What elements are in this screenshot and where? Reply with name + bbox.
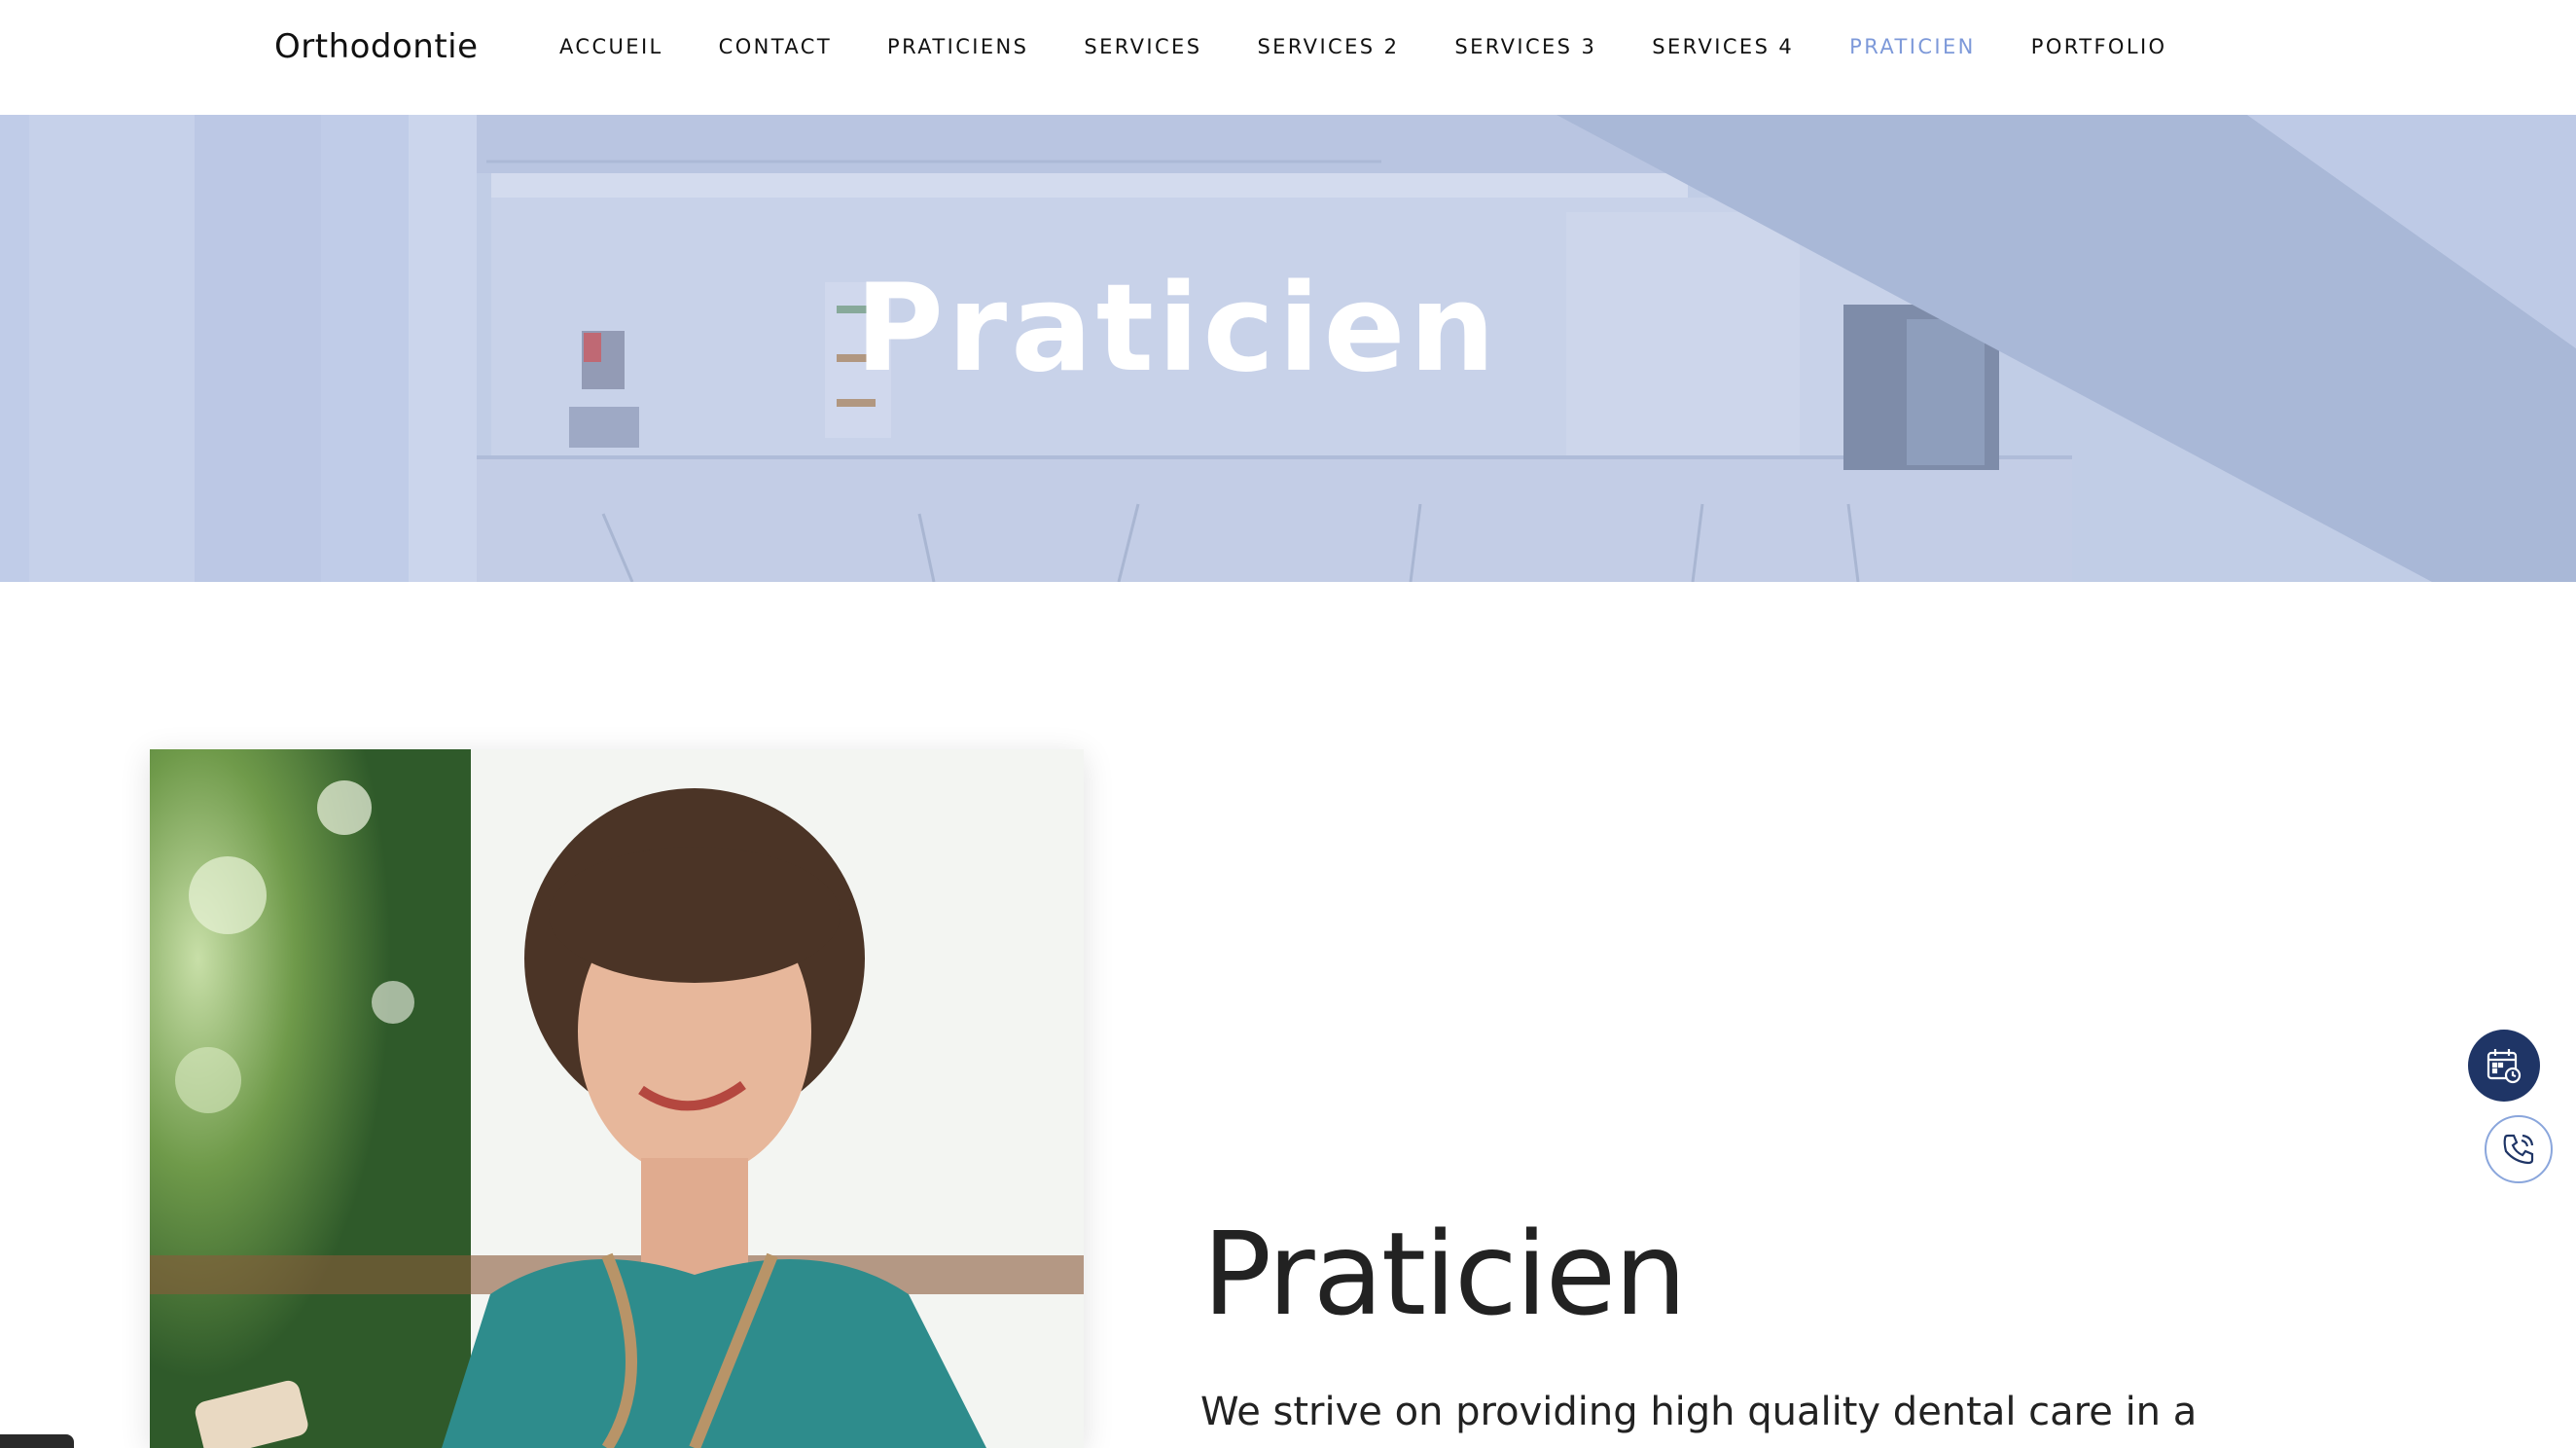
hero-title: Praticien bbox=[855, 259, 1499, 399]
nav-item-praticien[interactable]: PRATICIEN bbox=[1849, 35, 1976, 58]
nav-item-praticiens[interactable]: PRATICIENS bbox=[887, 35, 1028, 58]
nav-item-accueil[interactable]: ACCUEIL bbox=[559, 35, 663, 58]
nav-item-services-4[interactable]: SERVICES 4 bbox=[1652, 35, 1794, 58]
nav-item-services[interactable]: SERVICES bbox=[1084, 35, 1201, 58]
nav-item-portfolio[interactable]: PORTFOLIO bbox=[2031, 35, 2167, 58]
calendar-clock-icon bbox=[2487, 1049, 2522, 1084]
corner-widget-tab[interactable] bbox=[0, 1434, 74, 1448]
site-header: Orthodontie ACCUEIL CONTACT PRATICIENS S… bbox=[0, 0, 2576, 115]
section-title: Praticien bbox=[1202, 1207, 1687, 1341]
nav-item-contact[interactable]: CONTACT bbox=[719, 35, 832, 58]
section-description: We strive on providing high quality dent… bbox=[1200, 1390, 2198, 1434]
phone-icon bbox=[2503, 1134, 2534, 1165]
site-logo[interactable]: Orthodontie bbox=[274, 27, 479, 66]
main-nav: ACCUEIL CONTACT PRATICIENS SERVICES SERV… bbox=[559, 35, 2166, 58]
smiling-woman-photo bbox=[150, 749, 1084, 1448]
nav-item-services-2[interactable]: SERVICES 2 bbox=[1257, 35, 1399, 58]
nav-item-services-3[interactable]: SERVICES 3 bbox=[1454, 35, 1596, 58]
hero-banner: Praticien bbox=[0, 115, 2576, 582]
practitioner-photo-card bbox=[150, 749, 1084, 1448]
phone-button[interactable] bbox=[2485, 1115, 2553, 1183]
calendar-button[interactable] bbox=[2468, 1030, 2540, 1102]
